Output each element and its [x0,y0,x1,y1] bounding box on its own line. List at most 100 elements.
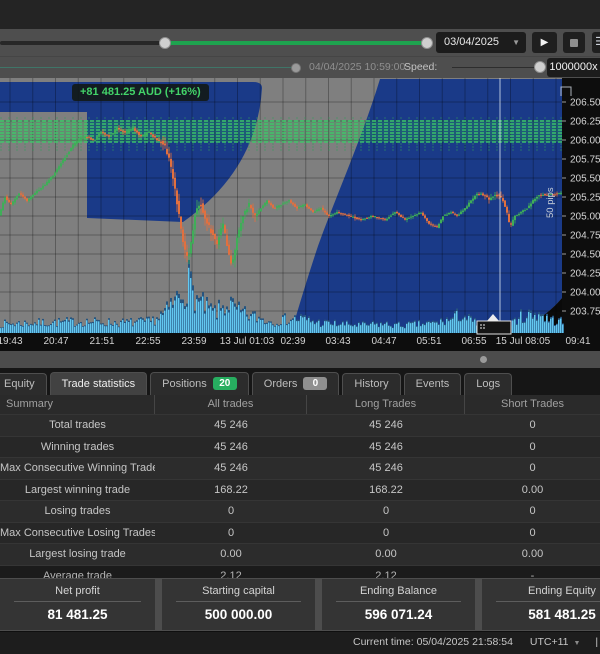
volume-bar [392,328,393,333]
volume-bar [2,328,3,333]
candle-body [460,212,462,214]
tab-equity[interactable]: Equity [0,373,47,395]
timezone-select[interactable]: UTC+11 [530,636,569,648]
tab-logs[interactable]: Logs [464,373,512,395]
time-tick-label: 09:41 [565,336,590,347]
candle-body [410,217,412,218]
table-row[interactable]: Total trades45 24645 2460 [0,414,600,436]
volume-bar [164,311,165,333]
tab-history[interactable]: History [342,373,400,395]
volume-bar [548,323,549,333]
volume-bar [36,325,37,333]
table-row[interactable]: Max Consecutive Winning Trades45 24645 2… [0,457,600,479]
date-select[interactable]: 03/04/2025 ▼ [436,32,526,53]
table-row[interactable]: Losing trades000 [0,500,600,522]
stop-button[interactable] [563,32,585,53]
candle-body [514,216,516,221]
tab-trade-statistics[interactable]: Trade statistics [50,372,148,395]
timeline-position-thumb[interactable] [421,37,433,49]
journal-button[interactable]: ☰ [592,32,600,53]
candle-body [348,215,350,216]
table-row[interactable]: Largest winning trade168.22168.220.00 [0,479,600,501]
candle-body [372,216,374,217]
card-label: Starting capital [162,579,315,601]
volume-bar [62,322,63,333]
candle-body [344,214,346,215]
volume-bar [368,326,369,333]
speed-slider-track[interactable] [452,67,540,68]
row-value: 0.00 [465,544,600,565]
volume-bar [174,300,175,333]
volume-bar [136,322,137,333]
title-bar [0,0,600,30]
timeline-track[interactable] [0,41,427,45]
candle-body [396,212,398,213]
volume-bar [232,302,233,333]
candle-body [412,216,414,217]
volume-bar [326,321,327,333]
candle-body [22,195,24,197]
candle-body [472,199,474,201]
candle-body [152,134,154,136]
volume-bar [458,321,459,333]
candle-body [490,198,492,200]
volume-bar [252,314,253,333]
tab-positions[interactable]: Positions20 [150,372,249,395]
play-button[interactable]: ▶ [532,32,557,53]
volume-bar [28,326,29,333]
timeline-progress [165,41,427,45]
candle-body [278,205,280,207]
candle-body [542,195,544,196]
candle-body [272,205,274,208]
candle-body [370,216,372,217]
volume-bar [272,325,273,333]
table-row[interactable]: Winning trades45 24645 2460 [0,436,600,458]
candle-body [124,131,126,133]
volume-bar [360,325,361,333]
tab-events[interactable]: Events [404,373,462,395]
volume-bar [140,319,141,333]
volume-bar [178,298,179,333]
time-tick-label: 15 Jul 08:05 [496,336,551,347]
candle-body [302,205,304,207]
candle-body [262,206,264,209]
table-row[interactable]: Max Consecutive Losing Trades000 [0,522,600,544]
panel-splitter[interactable] [0,351,600,368]
price-chart-canvas[interactable]: 206.50206.25206.00205.75205.50205.25205.… [0,78,600,351]
volume-bar [464,317,465,333]
tab-label: Positions [162,378,207,390]
candle-body [238,230,240,238]
speed-slider-thumb[interactable] [534,61,546,73]
volume-bar [332,325,333,333]
volume-bar [216,320,217,333]
row-value: 45 246 [307,437,465,458]
volume-bar [214,308,215,333]
candle-body [232,259,234,262]
volume-bar [304,317,305,333]
summary-card-starting-capital: Starting capital500 000.00 [162,579,315,630]
candle-body [400,215,402,217]
chart-scrollbar-thumb[interactable] [477,321,511,334]
profit-tooltip: +81 481.25 AUD (+16%) [72,84,209,101]
candle-body [156,138,158,140]
volume-bar [50,325,51,333]
volume-bar [250,316,251,333]
pending-thumb[interactable] [291,63,301,73]
candle-body [338,212,340,213]
volume-bar [342,322,343,333]
volume-bar [328,322,329,333]
volume-bar [278,326,279,333]
tab-orders[interactable]: Orders0 [252,372,340,395]
volume-bar [128,322,129,333]
volume-bar [530,313,531,333]
table-row[interactable]: Largest losing trade0.000.000.00 [0,543,600,565]
candle-body [480,194,482,195]
volume-bar [312,321,313,333]
candle-body [38,190,40,191]
candle-body [162,141,164,145]
card-value: 81 481.25 [0,602,155,622]
timeline-start-thumb[interactable] [159,37,171,49]
price-tick-label: 204.50 [570,250,600,261]
volume-bar [382,325,383,333]
time-tick-label: 02:39 [280,336,305,347]
